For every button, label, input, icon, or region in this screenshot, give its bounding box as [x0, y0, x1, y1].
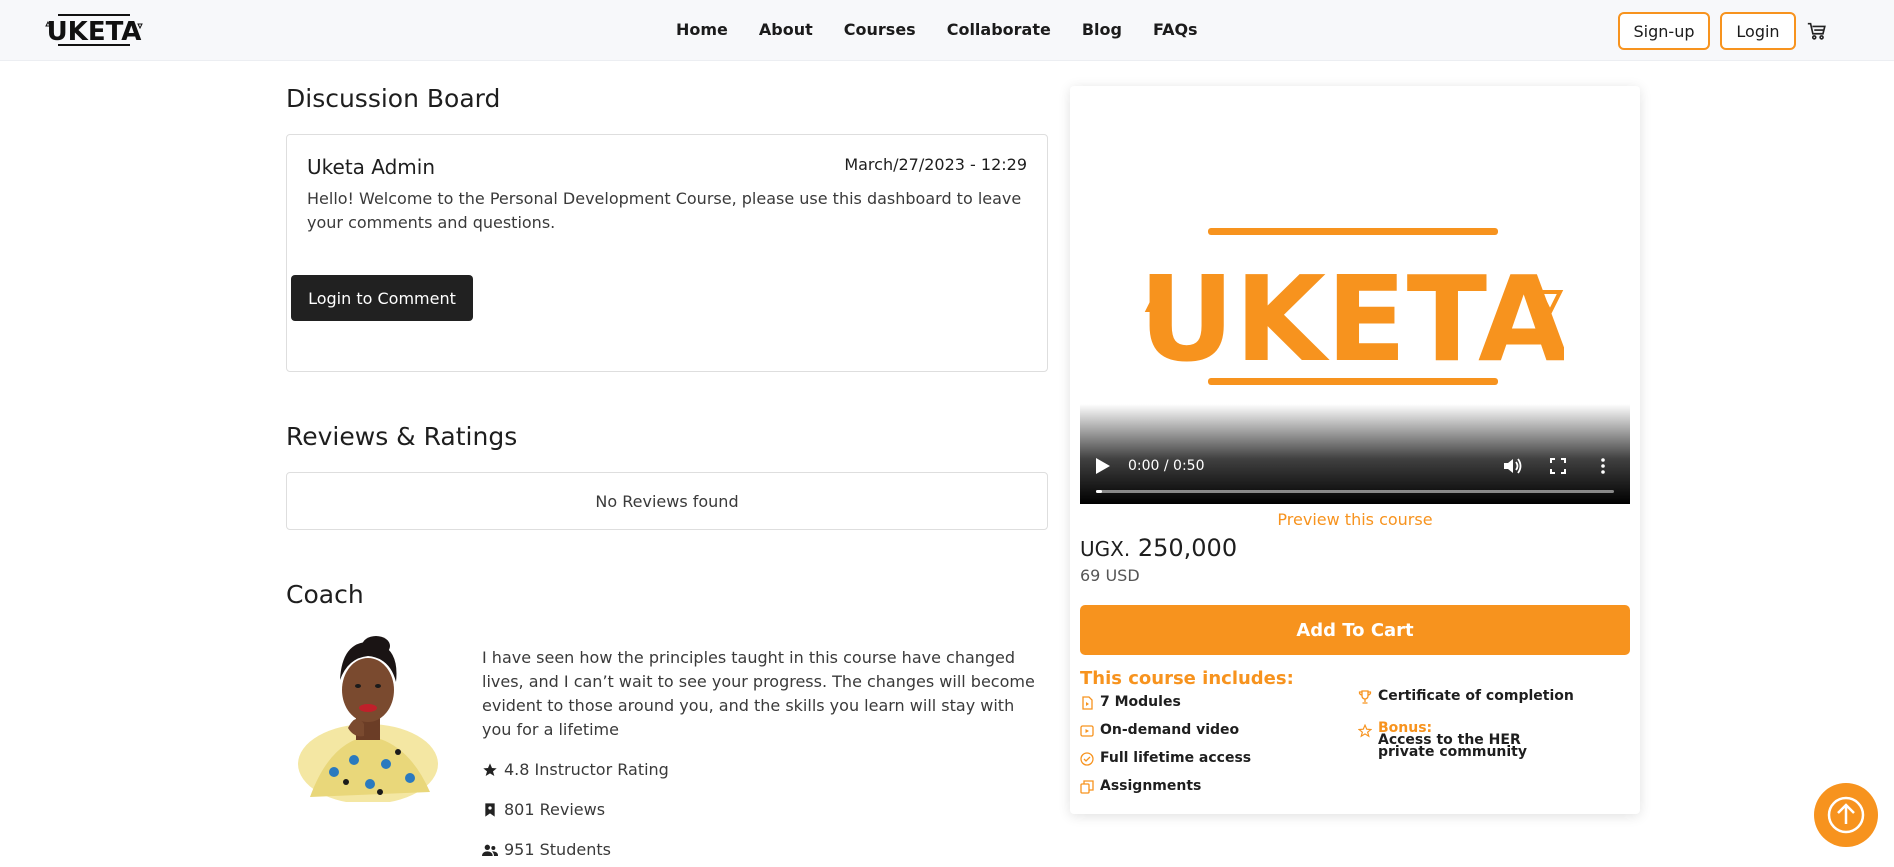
- nav-home[interactable]: Home: [676, 20, 728, 39]
- comment-message: Hello! Welcome to the Personal Developme…: [307, 189, 1022, 232]
- bookmark-icon: [485, 802, 495, 817]
- video-progress-bar[interactable]: [1096, 490, 1614, 493]
- coach-title: Coach: [286, 580, 364, 609]
- coach-students: 951 Students: [482, 840, 611, 859]
- star-icon: [483, 762, 497, 776]
- bonus-text: Access to the HER private community: [1378, 732, 1528, 760]
- video-progress-thumb[interactable]: [1096, 490, 1102, 493]
- price-amount: 250,000: [1137, 534, 1238, 562]
- price-usd: 69 USD: [1080, 566, 1140, 585]
- video-icon: [1080, 725, 1094, 737]
- play-icon[interactable]: [1096, 458, 1110, 474]
- login-to-comment-button[interactable]: Login to Comment: [291, 275, 473, 321]
- include-modules: 7 Modules: [1080, 694, 1181, 710]
- scroll-to-top-button[interactable]: [1814, 783, 1878, 847]
- volume-icon[interactable]: [1504, 458, 1522, 474]
- nav-collaborate[interactable]: Collaborate: [947, 20, 1051, 39]
- signup-button[interactable]: Sign-up: [1618, 12, 1710, 50]
- nav-faqs[interactable]: FAQs: [1153, 20, 1198, 39]
- trophy-icon: [1358, 690, 1372, 704]
- nav-courses[interactable]: Courses: [844, 20, 916, 39]
- svg-text:UKETA: UKETA: [47, 17, 142, 47]
- comment-author: Uketa Admin: [307, 155, 436, 179]
- preview-course-link[interactable]: Preview this course: [1070, 510, 1640, 529]
- login-button[interactable]: Login: [1720, 12, 1796, 50]
- nav-blog[interactable]: Blog: [1082, 20, 1122, 39]
- reviews-title: Reviews & Ratings: [286, 422, 518, 451]
- include-lifetime-access: Full lifetime access: [1080, 750, 1251, 766]
- copy-icon: [1080, 780, 1094, 794]
- video-time: 0:00 / 0:50: [1128, 458, 1205, 474]
- comment-date: March/27/2023 - 12:29: [844, 155, 1027, 174]
- course-purchase-card: UKETA 0:00 / 0:50 Preview this course UG…: [1070, 86, 1640, 814]
- cart-icon[interactable]: [1806, 20, 1828, 42]
- reviews-empty-text: No Reviews found: [595, 491, 739, 511]
- fullscreen-icon[interactable]: [1550, 458, 1566, 474]
- check-circle-icon: [1080, 752, 1094, 766]
- uketa-logo[interactable]: UKETA: [44, 10, 144, 50]
- coach-rating-text: 4.8 Instructor Rating: [504, 760, 669, 779]
- include-certificate: Certificate of completion: [1358, 688, 1574, 704]
- coach-avatar: [298, 636, 438, 802]
- discussion-title: Discussion Board: [286, 84, 501, 113]
- more-icon[interactable]: [1600, 458, 1606, 474]
- file-icon: [1082, 696, 1093, 710]
- nav-about[interactable]: About: [759, 20, 813, 39]
- uketa-video-logo: UKETA: [1144, 228, 1564, 388]
- svg-text:UKETA: UKETA: [1144, 250, 1564, 388]
- coach-students-text: 951 Students: [504, 840, 611, 859]
- include-bonus: Bonus: Access to the HER private communi…: [1358, 721, 1578, 760]
- includes-title: This course includes:: [1080, 668, 1294, 689]
- coach-reviews: 801 Reviews: [482, 800, 605, 819]
- top-navbar: UKETA Home About Courses Collaborate Blo…: [0, 0, 1894, 61]
- course-preview-video[interactable]: UKETA 0:00 / 0:50: [1080, 96, 1630, 504]
- include-video: On-demand video: [1080, 722, 1239, 738]
- coach-reviews-text: 801 Reviews: [504, 800, 606, 819]
- discussion-card: Uketa Admin March/27/2023 - 12:29 Hello!…: [286, 134, 1048, 372]
- main-nav: Home About Courses Collaborate Blog FAQs: [676, 20, 1229, 39]
- arrow-up-icon: [1827, 796, 1865, 834]
- star-outline-icon: [1358, 724, 1372, 738]
- add-to-cart-button[interactable]: Add To Cart: [1080, 605, 1630, 655]
- reviews-empty-card: No Reviews found: [286, 472, 1048, 530]
- users-icon: [482, 844, 498, 856]
- price-currency: UGX.: [1080, 537, 1131, 561]
- coach-rating: 4.8 Instructor Rating: [482, 760, 669, 779]
- include-assignments: Assignments: [1080, 778, 1201, 794]
- price-ugx: UGX. 250,000: [1080, 534, 1237, 562]
- coach-quote: I have seen how the principles taught in…: [482, 648, 1035, 739]
- video-controls: 0:00 / 0:50: [1080, 404, 1630, 504]
- bonus-block: Bonus: Access to the HER private communi…: [1378, 721, 1578, 760]
